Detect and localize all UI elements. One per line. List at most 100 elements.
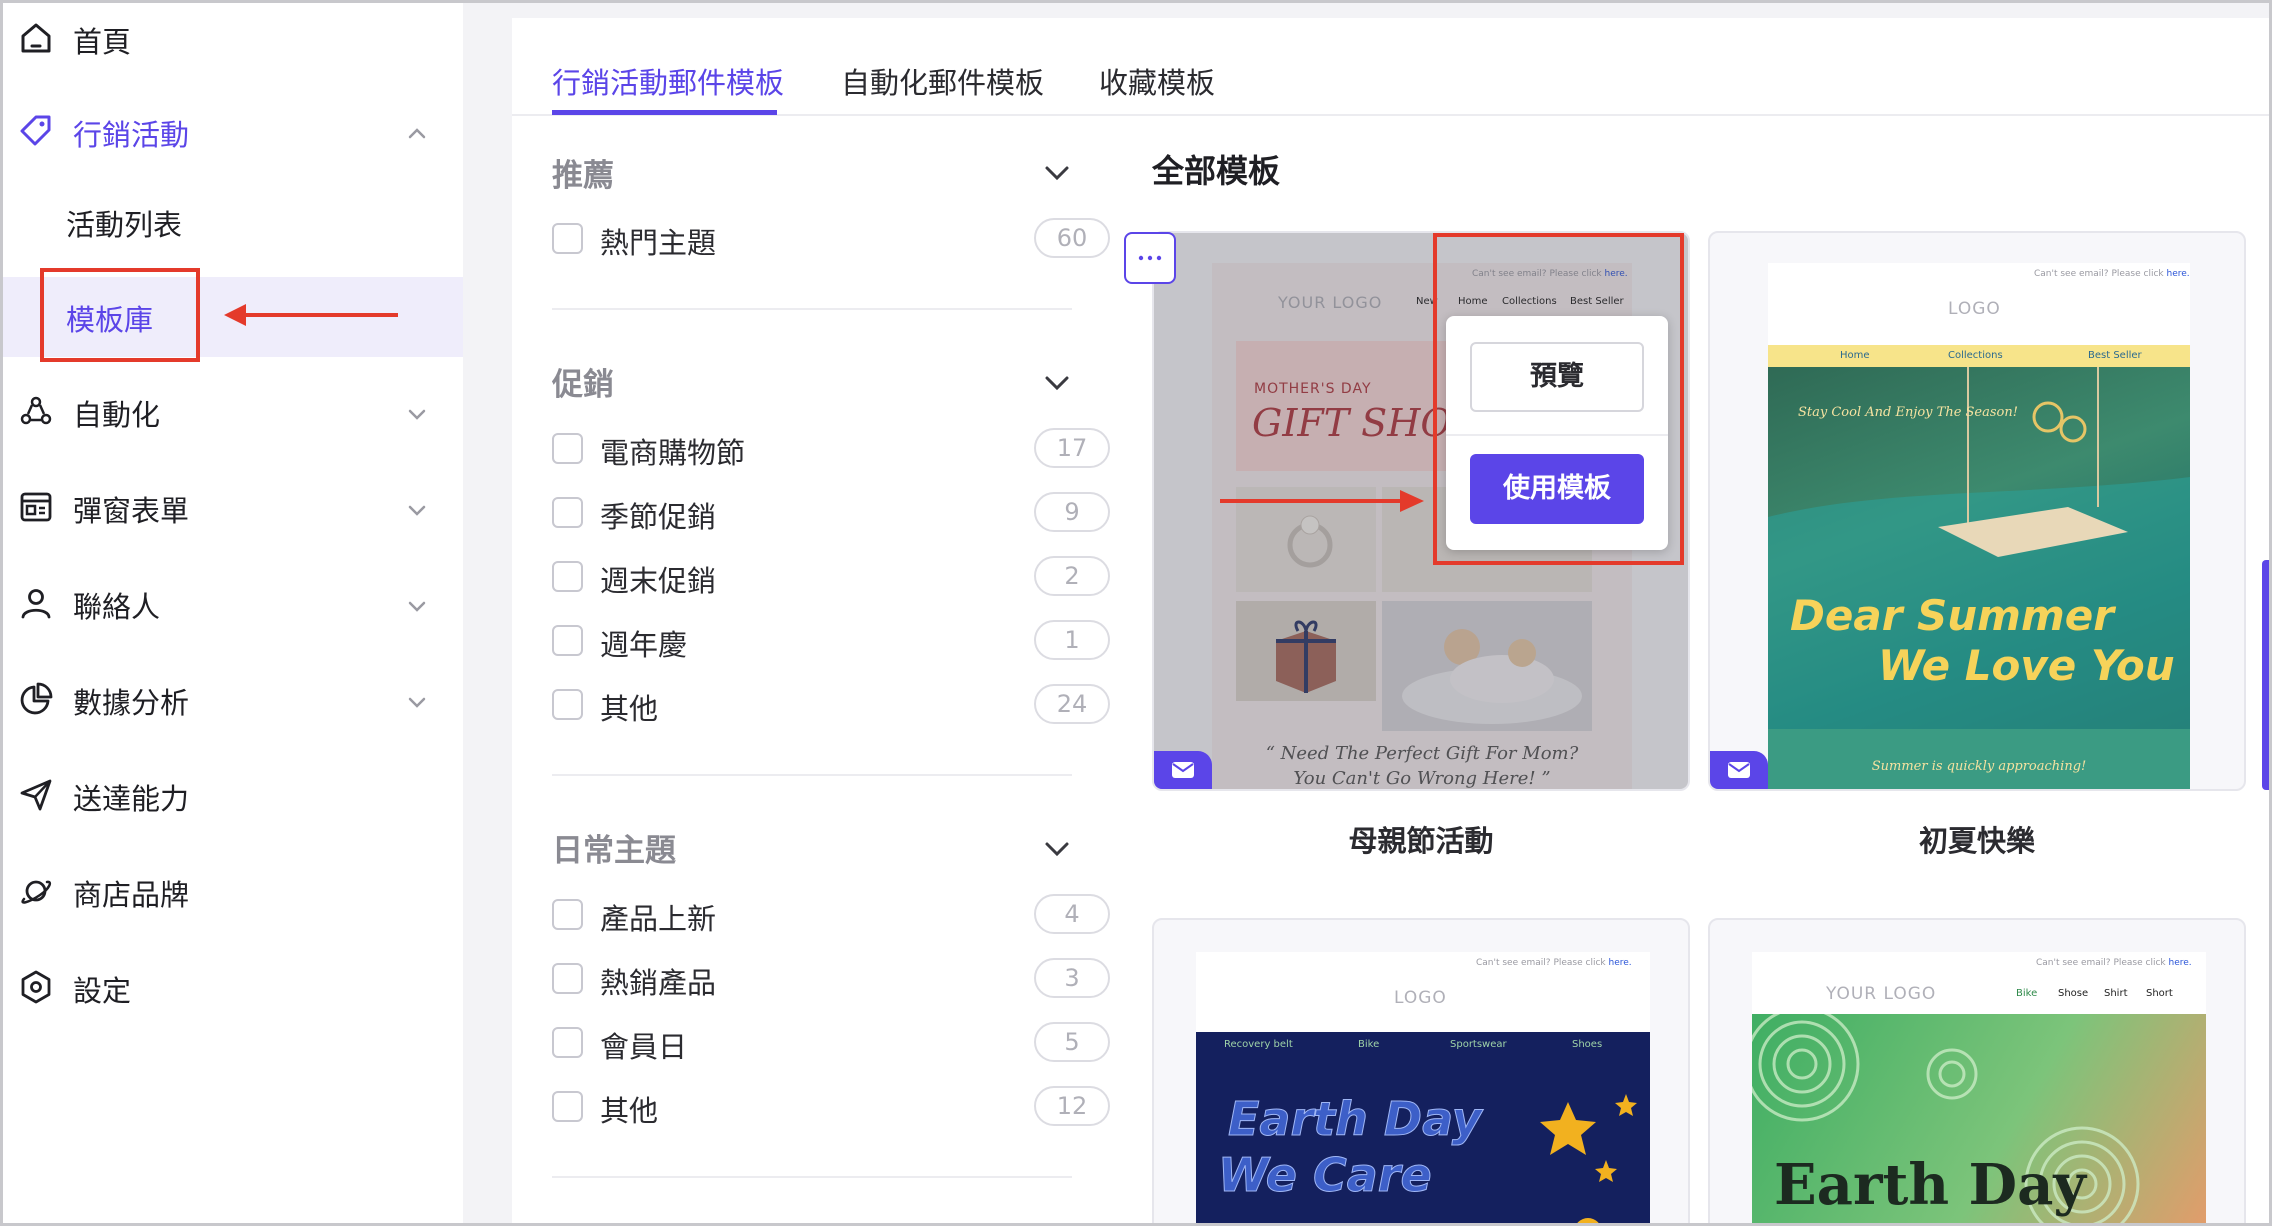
tab-favorite-templates[interactable]: 收藏模板 (1099, 60, 1215, 102)
sidebar-item-label: 數據分析 (73, 686, 190, 720)
filter-group-title[interactable]: 促銷 (552, 359, 614, 404)
sidebar-item-marketing[interactable]: 行銷活動 (0, 93, 463, 173)
sidebar-item-label: 首頁 (73, 25, 132, 59)
tag-icon (20, 115, 51, 146)
chevron-down-icon[interactable] (1042, 368, 1072, 398)
tab-bar: 行銷活動郵件模板 自動化郵件模板 收藏模板 (512, 18, 2272, 116)
filter-option[interactable]: 會員日 5 (552, 1019, 1110, 1069)
filter-option-label: 會員日 (600, 1030, 688, 1064)
chevron-down-icon[interactable] (404, 401, 430, 427)
checkbox[interactable] (552, 963, 583, 994)
mail-icon (1172, 762, 1194, 778)
hero-headline: Dear Summer (1790, 591, 2114, 640)
checkbox[interactable] (552, 689, 583, 720)
email-nav: Bike (1358, 1039, 1380, 1050)
template-name: 母親節活動 (1348, 824, 1494, 858)
filter-option[interactable]: 電商購物節 17 (552, 425, 1110, 475)
checkbox[interactable] (552, 1091, 583, 1122)
more-horizontal-icon (1138, 255, 1162, 261)
filter-option-label: 熱門主題 (600, 226, 717, 260)
annotation-arrow-icon (1220, 490, 1424, 512)
chevron-down-icon[interactable] (1042, 834, 1072, 864)
template-card[interactable]: Can't see email? Please click here. YOUR… (1708, 918, 2246, 1226)
sidebar-subitem-campaign-list[interactable]: 活動列表 (0, 182, 463, 262)
filter-option-label: 熱銷產品 (600, 966, 717, 1000)
filter-option[interactable]: 週年慶 1 (552, 617, 1110, 667)
filter-group-title[interactable]: 推薦 (552, 150, 614, 195)
settings-hexagon-icon (21, 970, 51, 1004)
checkbox[interactable] (552, 561, 583, 592)
filter-option-label: 產品上新 (600, 902, 717, 936)
email-nav: Shirt (2104, 988, 2128, 999)
checkbox[interactable] (552, 625, 583, 656)
sidebar-item-home[interactable]: 首頁 (0, 0, 463, 80)
email-type-badge (1710, 751, 1768, 789)
email-logo: LOGO (1394, 988, 1447, 1008)
automation-icon (20, 396, 52, 425)
sidebar-item-popup-forms[interactable]: 彈窗表單 (0, 469, 463, 549)
sidebar-item-automation[interactable]: 自動化 (0, 373, 463, 453)
template-card[interactable]: Can't see email? Please click here. LOGO… (1708, 231, 2246, 791)
sidebar-item-label: 設定 (73, 974, 132, 1008)
checkbox[interactable] (552, 899, 583, 930)
sidebar-item-contacts[interactable]: 聯絡人 (0, 565, 463, 645)
sidebar-item-analytics[interactable]: 數據分析 (0, 661, 463, 741)
email-nav: Collections (1948, 350, 2003, 361)
hero-headline: Earth Day (1228, 1092, 1483, 1147)
preview-text: Can't see email? Please click here. (2036, 958, 2192, 968)
sidebar: 首頁 行銷活動 活動列表 模板庫 自動化 彈窗表單 聯絡人 數據分析 送達能力 … (0, 0, 463, 1226)
filter-option[interactable]: 產品上新 4 (552, 891, 1110, 941)
sidebar-item-settings[interactable]: 設定 (0, 949, 463, 1029)
sidebar-item-label: 行銷活動 (73, 118, 190, 152)
more-options-button[interactable] (1124, 232, 1176, 284)
preview-text: Can't see email? Please click here. (2034, 269, 2190, 279)
filter-option[interactable]: 週末促銷 2 (552, 553, 1110, 603)
count-badge: 3 (1034, 958, 1110, 998)
checkbox[interactable] (552, 223, 583, 254)
count-badge: 17 (1034, 428, 1110, 468)
email-nav: Home (1840, 350, 1870, 361)
count-badge: 60 (1034, 218, 1110, 258)
tab-campaign-templates[interactable]: 行銷活動郵件模板 (552, 60, 784, 102)
checkbox[interactable] (552, 433, 583, 464)
active-tab-indicator (552, 110, 777, 115)
count-badge: 9 (1034, 492, 1110, 532)
filter-option[interactable]: 熱銷產品 3 (552, 955, 1110, 1005)
preview-text: Can't see email? Please click here. (1476, 958, 1632, 968)
tab-automation-templates[interactable]: 自動化郵件模板 (841, 60, 1044, 102)
filter-option[interactable]: 熱門主題 60 (552, 215, 1110, 265)
filter-option[interactable]: 季節促銷 9 (552, 489, 1110, 539)
filter-option-label: 週末促銷 (600, 564, 717, 598)
email-type-badge (1154, 751, 1212, 789)
planet-icon (21, 880, 52, 904)
count-badge: 5 (1034, 1022, 1110, 1062)
filter-option[interactable]: 其他 12 (552, 1083, 1110, 1133)
home-icon (21, 23, 51, 53)
email-nav: Shoes (1572, 1039, 1603, 1050)
email-preview: Can't see email? Please click here. LOGO… (1196, 952, 1650, 1226)
popup-form-icon (20, 492, 52, 522)
filter-option-label: 其他 (600, 1094, 659, 1128)
hero-headline: We Love You (1878, 641, 2175, 690)
email-tagline: Stay Cool And Enjoy The Season! (1798, 405, 2018, 420)
email-footer-text: Summer is quickly approaching! (1871, 759, 2087, 774)
chevron-up-icon[interactable] (404, 121, 430, 147)
sidebar-item-label: 商店品牌 (73, 878, 190, 912)
template-card[interactable]: Can't see email? Please click here. LOGO… (1152, 918, 1690, 1226)
divider (552, 774, 1072, 776)
chevron-down-icon[interactable] (1042, 158, 1072, 188)
sidebar-item-store-brand[interactable]: 商店品牌 (0, 853, 463, 933)
filter-option[interactable]: 其他 24 (552, 681, 1110, 731)
filter-option-label: 電商購物節 (600, 436, 746, 470)
sidebar-subitem-label: 活動列表 (66, 208, 183, 242)
chevron-down-icon[interactable] (404, 497, 430, 523)
email-logo: LOGO (1948, 299, 2001, 319)
chevron-down-icon[interactable] (404, 689, 430, 715)
checkbox[interactable] (552, 497, 583, 528)
chevron-down-icon[interactable] (404, 593, 430, 619)
sidebar-item-deliverability[interactable]: 送達能力 (0, 757, 463, 837)
email-nav: Sportswear (1450, 1039, 1507, 1050)
checkbox[interactable] (552, 1027, 583, 1058)
filter-option-label: 季節促銷 (600, 500, 717, 534)
filter-group-title[interactable]: 日常主題 (552, 825, 676, 870)
